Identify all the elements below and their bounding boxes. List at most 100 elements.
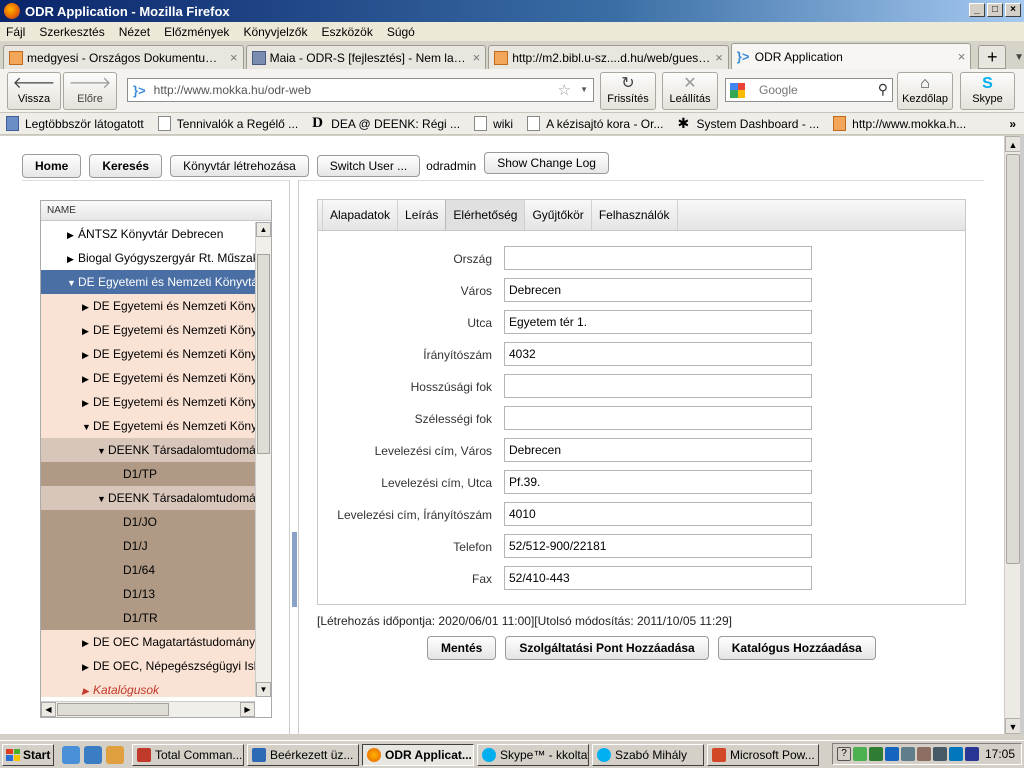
menu-view[interactable]: Nézet bbox=[119, 25, 150, 39]
tab-list-icon[interactable]: ▼ bbox=[1014, 47, 1024, 69]
scroll-thumb[interactable] bbox=[1006, 154, 1020, 564]
skype-button[interactable]: S Skype bbox=[960, 72, 1015, 110]
splitter-grip[interactable] bbox=[292, 532, 297, 607]
collapse-icon[interactable]: ▼ bbox=[82, 415, 93, 438]
tree-horizontal-scrollbar[interactable]: ◀ ▶ bbox=[41, 701, 255, 717]
close-tab-icon[interactable]: × bbox=[230, 50, 238, 65]
tray-app-icon[interactable] bbox=[869, 747, 883, 761]
switch-user-button[interactable]: Switch User ... bbox=[316, 155, 421, 177]
collapse-icon[interactable]: ▼ bbox=[67, 271, 78, 294]
close-tab-icon[interactable]: × bbox=[473, 50, 481, 65]
bookmark-item[interactable]: D DEA @ DEENK: Régi ... bbox=[312, 116, 460, 131]
mail-street-field[interactable]: Pf.39. bbox=[504, 470, 812, 494]
save-button[interactable]: Mentés bbox=[427, 636, 497, 660]
expand-icon[interactable]: ▶ bbox=[82, 655, 93, 678]
search-button[interactable]: Keresés bbox=[89, 154, 163, 178]
phone-field[interactable]: 52/512-900/22181 bbox=[504, 534, 812, 558]
tree-node[interactable]: ▼ DEENK Társadalomtudományi bbox=[41, 486, 255, 510]
scroll-left-icon[interactable]: ◀ bbox=[41, 702, 56, 717]
tab-users[interactable]: Felhasználók bbox=[590, 200, 678, 230]
reload-button[interactable]: ↻ Frissítés bbox=[600, 72, 656, 110]
pane-splitter[interactable] bbox=[289, 180, 299, 734]
browser-tab[interactable]: medgyesi - Országos Dokumentumellát... × bbox=[3, 45, 244, 69]
bookmark-item[interactable]: A kézisajtó kora - Or... bbox=[527, 116, 663, 131]
menu-bookmarks[interactable]: Könyvjelzők bbox=[243, 25, 307, 39]
url-history-dropdown-icon[interactable]: ▼ bbox=[580, 85, 588, 94]
tree-leaf[interactable]: D1/J bbox=[41, 534, 255, 558]
media-icon[interactable] bbox=[106, 745, 124, 764]
page-vertical-scrollbar[interactable]: ▲ ▼ bbox=[1004, 136, 1021, 734]
tree-node[interactable]: ▼DE Egyetemi és Nemzeti Könyvtár bbox=[41, 414, 255, 438]
close-tab-icon[interactable]: × bbox=[958, 49, 966, 64]
tree-leaf[interactable]: D1/13 bbox=[41, 582, 255, 606]
postal-code-field[interactable]: 4032 bbox=[504, 342, 812, 366]
tree-node[interactable]: ▶DE Egyetemi és Nemzeti Könyvtár bbox=[41, 366, 255, 390]
tree-leaf[interactable]: D1/TR bbox=[41, 606, 255, 630]
menu-help[interactable]: Súgó bbox=[387, 25, 415, 39]
scroll-thumb[interactable] bbox=[257, 254, 270, 454]
mail-city-field[interactable]: Debrecen bbox=[504, 438, 812, 462]
tab-description[interactable]: Leírás bbox=[397, 200, 447, 230]
tray-app-icon[interactable] bbox=[917, 747, 931, 761]
add-service-point-button[interactable]: Szolgáltatási Pont Hozzáadása bbox=[505, 636, 709, 660]
fax-field[interactable]: 52/410-443 bbox=[504, 566, 812, 590]
bookmark-item[interactable]: Legtöbbször látogatott bbox=[6, 116, 144, 131]
taskbar-item[interactable]: Microsoft Pow... bbox=[707, 743, 819, 766]
help-icon[interactable]: ? bbox=[837, 747, 851, 761]
browser-tab[interactable]: Maia - ODR-S [fejlesztés] - Nem latszik … bbox=[245, 45, 487, 69]
network-icon[interactable] bbox=[933, 747, 947, 761]
tree-node[interactable]: ▶DE Egyetemi és Nemzeti Könyvtár bbox=[41, 294, 255, 318]
tree-node[interactable]: ▼ DEENK Társadalomtudományi bbox=[41, 438, 255, 462]
maximize-button[interactable]: □ bbox=[987, 3, 1003, 17]
country-field[interactable] bbox=[504, 246, 812, 270]
tree-leaf[interactable]: D1/JO bbox=[41, 510, 255, 534]
bookmark-item[interactable]: wiki bbox=[474, 116, 513, 131]
add-catalog-button[interactable]: Katalógus Hozzáadása bbox=[717, 636, 876, 660]
start-button[interactable]: Start bbox=[2, 743, 54, 766]
home-page-button[interactable]: ⌂ Kezdőlap bbox=[897, 72, 953, 110]
tree-vertical-scrollbar[interactable]: ▲ ▼ bbox=[255, 222, 271, 697]
tray-app-icon[interactable] bbox=[853, 747, 867, 761]
back-button[interactable]: 🡐 Vissza bbox=[7, 72, 61, 110]
scroll-right-icon[interactable]: ▶ bbox=[240, 702, 255, 717]
search-icon[interactable]: ⚲ bbox=[878, 81, 888, 98]
show-change-log-button[interactable]: Show Change Log bbox=[484, 152, 609, 174]
tree-node[interactable]: ▶ ÁNTSZ Könyvtár Debrecen bbox=[41, 222, 255, 246]
scroll-up-icon[interactable]: ▲ bbox=[256, 222, 271, 237]
volume-icon[interactable] bbox=[949, 747, 963, 761]
close-window-button[interactable]: × bbox=[1005, 3, 1021, 17]
new-tab-button[interactable]: + bbox=[978, 45, 1007, 69]
tree-node-catalogs[interactable]: ▶ Katalógusok bbox=[41, 678, 255, 697]
browser-tab-active[interactable]: }> ODR Application × bbox=[730, 43, 972, 69]
search-bar[interactable]: Google ⚲ bbox=[725, 78, 893, 102]
ie-icon[interactable] bbox=[62, 745, 80, 764]
bookmark-item[interactable]: http://www.mokka.h... bbox=[833, 116, 966, 131]
tray-app-icon[interactable] bbox=[901, 747, 915, 761]
bookmark-item[interactable]: Tennivalók a Regélő ... bbox=[157, 116, 298, 131]
minimize-button[interactable]: _ bbox=[969, 3, 985, 17]
city-field[interactable]: Debrecen bbox=[504, 278, 812, 302]
latitude-field[interactable] bbox=[504, 406, 812, 430]
tab-basic-data[interactable]: Alapadatok bbox=[322, 200, 399, 230]
tree-node[interactable]: ▶ DE OEC Magatartástudományi bbox=[41, 630, 255, 654]
expand-icon[interactable]: ▶ bbox=[82, 295, 93, 318]
bookmarks-overflow-icon[interactable]: » bbox=[1009, 117, 1016, 131]
expand-icon[interactable]: ▶ bbox=[67, 223, 78, 246]
taskbar-item[interactable]: Total Comman... bbox=[132, 743, 244, 766]
close-tab-icon[interactable]: × bbox=[715, 50, 723, 65]
bookmark-item[interactable]: ✱ System Dashboard - ... bbox=[677, 116, 819, 131]
expand-icon[interactable]: ▶ bbox=[67, 247, 78, 270]
longitude-field[interactable] bbox=[504, 374, 812, 398]
scroll-thumb[interactable] bbox=[57, 703, 169, 716]
browser-tab[interactable]: http://m2.bibl.u-sz....d.hu/web/guest/od… bbox=[488, 45, 729, 69]
expand-icon[interactable]: ▶ bbox=[82, 631, 93, 654]
taskbar-item[interactable]: Skype™ - kkoltay bbox=[477, 743, 589, 766]
tree-node[interactable]: ▶DE OEC, Népegészségügyi Iskola bbox=[41, 654, 255, 678]
tree-column-header[interactable]: NAME bbox=[41, 201, 271, 221]
tray-app-icon[interactable] bbox=[885, 747, 899, 761]
taskbar-item[interactable]: Beérkezett üz... bbox=[247, 743, 359, 766]
taskbar-item[interactable]: Szabó Mihály bbox=[592, 743, 704, 766]
stop-button[interactable]: ✕ Leállítás bbox=[662, 72, 718, 110]
menu-edit[interactable]: Szerkesztés bbox=[39, 25, 104, 39]
scroll-up-icon[interactable]: ▲ bbox=[1005, 136, 1021, 152]
